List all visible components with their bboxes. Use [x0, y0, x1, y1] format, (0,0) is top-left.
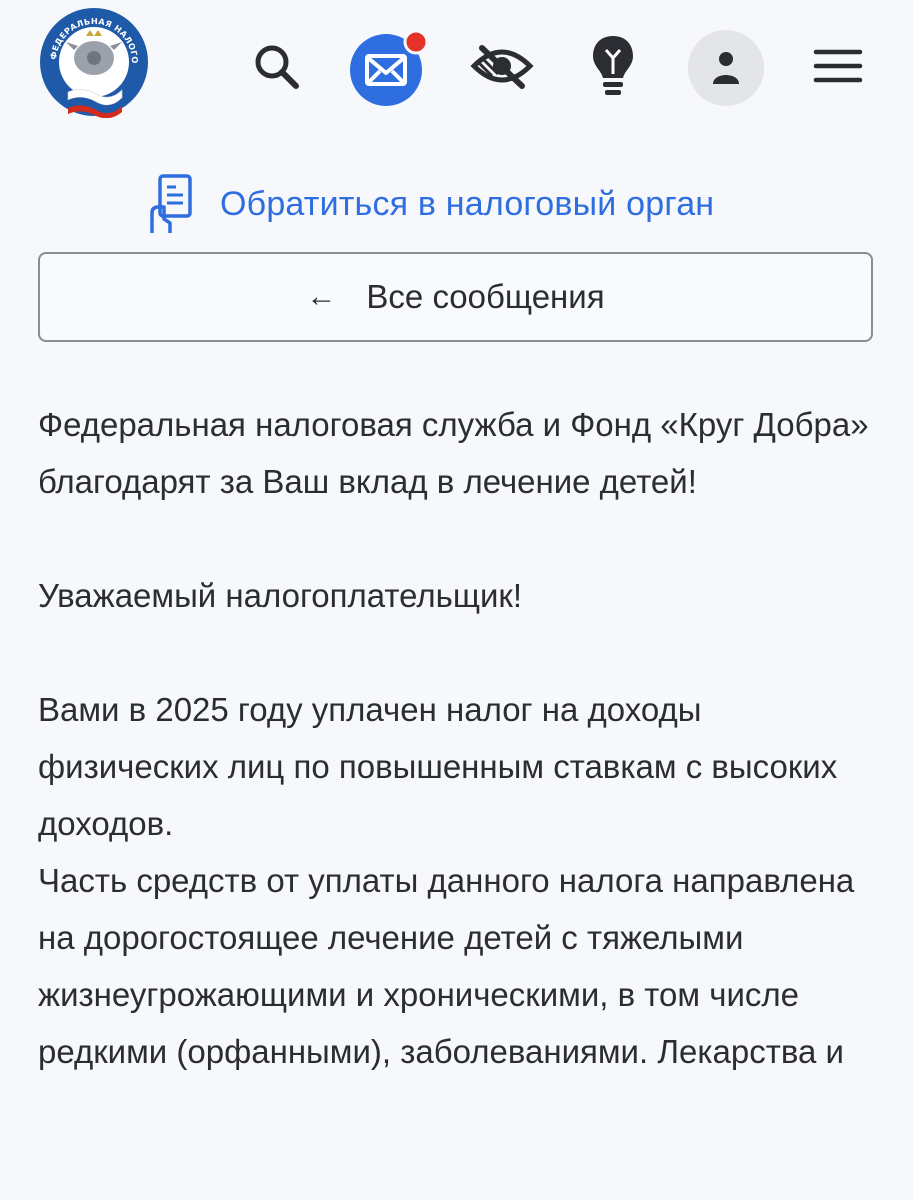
all-messages-button[interactable]: ← Все сообщения	[38, 252, 873, 342]
tips-button[interactable]	[583, 30, 643, 102]
lightbulb-icon	[593, 36, 633, 95]
profile-button[interactable]	[688, 30, 764, 106]
arrow-left-icon: ←	[306, 280, 337, 313]
menu-button[interactable]	[806, 38, 870, 94]
message-body: Федеральная налоговая служба и Фонд «Кру…	[38, 396, 888, 1080]
eye-off-icon	[470, 45, 534, 89]
fns-emblem-logo[interactable]: ФЕДЕРАЛЬНАЯ НАЛОГОВАЯ СЛУЖБА	[38, 6, 150, 118]
accessibility-toggle-button[interactable]	[466, 36, 538, 96]
document-hand-icon	[150, 174, 192, 233]
contact-link-label: Обратиться в налоговый орган	[220, 184, 715, 223]
messages-button[interactable]	[348, 30, 430, 106]
contact-tax-office-link[interactable]: Обратиться в налоговый орган	[148, 172, 714, 236]
top-header: ФЕДЕРАЛЬНАЯ НАЛОГОВАЯ СЛУЖБА	[0, 0, 913, 140]
message-paragraph: Часть средств от уплаты данного налога н…	[38, 862, 855, 1070]
search-button[interactable]	[246, 36, 306, 96]
search-icon	[255, 45, 299, 89]
mail-icon	[350, 30, 429, 106]
notification-badge	[403, 30, 429, 55]
message-title: Федеральная налоговая служба и Фонд «Кру…	[38, 406, 869, 500]
message-greeting: Уважаемый налогоплательщик!	[38, 577, 523, 614]
menu-icon	[813, 49, 863, 83]
back-button-label: Все сообщения	[366, 278, 605, 315]
user-icon	[713, 52, 739, 84]
message-paragraph: Вами в 2025 году уплачен налог на доходы…	[38, 691, 838, 842]
